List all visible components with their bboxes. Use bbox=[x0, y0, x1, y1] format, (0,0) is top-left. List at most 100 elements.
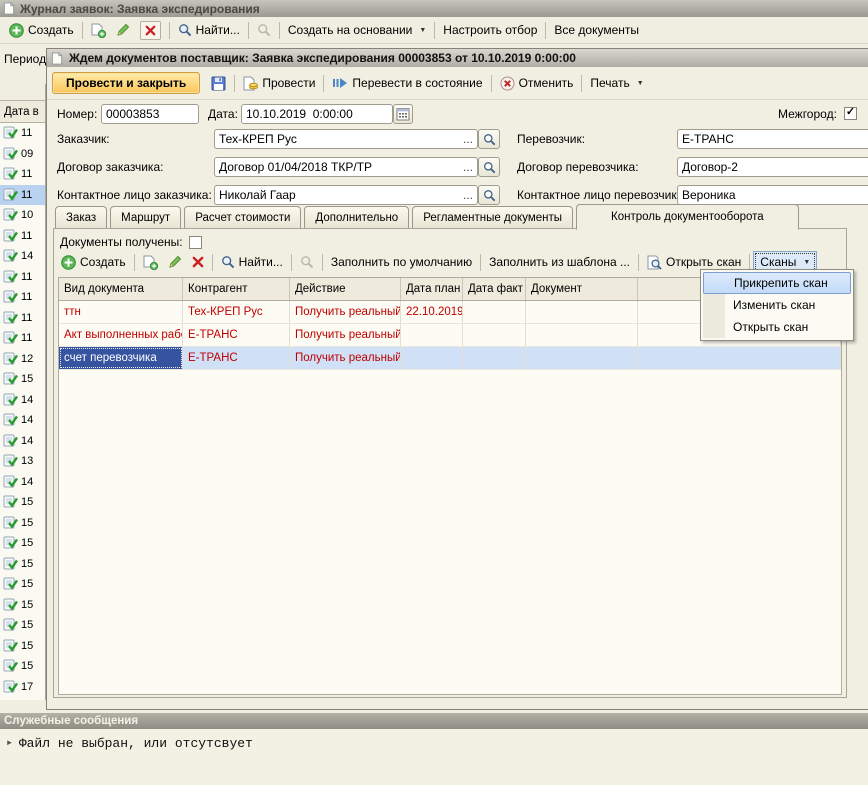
journal-row[interactable]: 15 bbox=[0, 574, 45, 595]
print-button[interactable]: Печать ▼ bbox=[585, 74, 648, 92]
journal-row[interactable]: 09 bbox=[0, 144, 45, 165]
carrier-field[interactable]: Е-ТРАНС bbox=[677, 129, 868, 149]
date-column-header[interactable]: Дата в bbox=[0, 100, 45, 123]
journal-row[interactable]: 15 bbox=[0, 369, 45, 390]
divider bbox=[169, 22, 170, 39]
date-label: Дата: bbox=[208, 104, 238, 124]
journal-row[interactable]: 11 bbox=[0, 328, 45, 349]
customer-search-button[interactable] bbox=[478, 129, 500, 149]
column-header[interactable]: Действие bbox=[290, 278, 401, 300]
documents-received-checkbox[interactable] bbox=[189, 236, 202, 249]
journal-row[interactable] bbox=[0, 697, 45, 700]
column-header[interactable]: Дата план bbox=[401, 278, 463, 300]
journal-row[interactable]: 10 bbox=[0, 205, 45, 226]
journal-row[interactable]: 14 bbox=[0, 410, 45, 431]
intercity-label: Межгород: bbox=[778, 104, 837, 124]
carrier-contact-field[interactable]: Вероника bbox=[677, 185, 868, 205]
column-header[interactable]: Дата факт bbox=[463, 278, 526, 300]
service-messages-header[interactable]: Служебные сообщения bbox=[0, 713, 868, 729]
calendar-button[interactable] bbox=[393, 104, 413, 124]
create-button[interactable]: Создать bbox=[4, 21, 79, 40]
tab-cost-calculation[interactable]: Расчет стоимости bbox=[184, 206, 301, 229]
customer-contact-field[interactable]: Николай Гаар... bbox=[214, 185, 478, 205]
edit-button[interactable] bbox=[163, 253, 187, 271]
intercity-checkbox[interactable]: ✓ bbox=[844, 107, 857, 120]
journal-row[interactable]: 14 bbox=[0, 472, 45, 493]
clear-find-button[interactable] bbox=[295, 253, 319, 271]
clear-find-button[interactable] bbox=[252, 21, 276, 39]
customer-contact-search-button[interactable] bbox=[478, 185, 500, 205]
column-header[interactable]: Документ bbox=[526, 278, 638, 300]
customer-contract-search-button[interactable] bbox=[478, 157, 500, 177]
create-button[interactable]: Создать bbox=[56, 253, 131, 272]
ellipsis-button[interactable]: ... bbox=[459, 160, 473, 174]
customer-contract-field[interactable]: Договор 01/04/2018 ТКР/ТР... bbox=[214, 157, 478, 177]
journal-row[interactable]: 15 bbox=[0, 595, 45, 616]
journal-row[interactable]: 14 bbox=[0, 390, 45, 411]
dialog-titlebar[interactable]: Ждем документов поставщик: Заявка экспед… bbox=[47, 49, 868, 67]
journal-row[interactable]: 15 bbox=[0, 554, 45, 575]
journal-row[interactable]: 15 bbox=[0, 492, 45, 513]
carrier-contract-field[interactable]: Договор-2 bbox=[677, 157, 868, 177]
journal-row[interactable]: 11 bbox=[0, 226, 45, 247]
journal-row[interactable]: 11 bbox=[0, 185, 45, 206]
document-check-icon bbox=[3, 311, 18, 325]
journal-row[interactable]: 13 bbox=[0, 451, 45, 472]
menu-item-label: Прикрепить скан bbox=[734, 276, 828, 290]
configure-filter-button[interactable]: Настроить отбор bbox=[438, 21, 542, 39]
column-header[interactable]: Контрагент bbox=[183, 278, 290, 300]
fill-default-button[interactable]: Заполнить по умолчанию bbox=[326, 253, 477, 271]
journal-rows: 11 09 11 11 10 11 14 11 bbox=[0, 123, 45, 700]
journal-row[interactable]: 15 bbox=[0, 513, 45, 534]
all-documents-button[interactable]: Все документы bbox=[549, 21, 644, 39]
post-and-close-button[interactable]: Провести и закрыть bbox=[52, 72, 200, 94]
number-field[interactable]: 00003853 bbox=[101, 104, 199, 124]
journal-row[interactable]: 11 bbox=[0, 267, 45, 288]
copy-button[interactable] bbox=[138, 253, 163, 272]
edit-button[interactable] bbox=[111, 21, 135, 39]
set-state-button[interactable]: Перевести в состояние bbox=[327, 74, 487, 92]
journal-row[interactable]: 14 bbox=[0, 431, 45, 452]
tab-order[interactable]: Заказ bbox=[55, 206, 107, 229]
journal-row[interactable]: 11 bbox=[0, 123, 45, 144]
journal-row[interactable]: 15 bbox=[0, 533, 45, 554]
fill-from-template-button[interactable]: Заполнить из шаблона ... bbox=[484, 253, 635, 271]
journal-row-date: 11 bbox=[21, 312, 32, 324]
menu-item[interactable]: Открыть скан bbox=[703, 316, 851, 338]
journal-row[interactable]: 17 bbox=[0, 677, 45, 698]
delete-button[interactable] bbox=[187, 254, 209, 270]
tab-additional[interactable]: Дополнительно bbox=[304, 206, 409, 229]
calendar-icon bbox=[396, 107, 410, 121]
delete-button[interactable] bbox=[135, 19, 166, 42]
menu-item-label: Изменить скан bbox=[733, 298, 815, 312]
cancel-button[interactable]: Отменить bbox=[495, 74, 579, 93]
copy-button[interactable] bbox=[86, 21, 111, 40]
journal-row[interactable]: 12 bbox=[0, 349, 45, 370]
menu-item[interactable]: Прикрепить скан bbox=[703, 272, 851, 294]
date-field[interactable]: 10.10.2019 0:00:00 bbox=[241, 104, 393, 124]
table-row-selected[interactable]: счет перевозчика Е-ТРАНС Получить реальн… bbox=[59, 347, 841, 370]
column-header[interactable]: Вид документа bbox=[59, 278, 183, 300]
search-icon bbox=[178, 23, 192, 37]
journal-row[interactable]: 15 bbox=[0, 636, 45, 657]
journal-row[interactable]: 15 bbox=[0, 615, 45, 636]
find-button[interactable]: Найти... bbox=[173, 21, 245, 39]
post-button[interactable]: Провести bbox=[238, 74, 320, 93]
menu-item[interactable]: Изменить скан bbox=[703, 294, 851, 316]
tab-route[interactable]: Маршрут bbox=[110, 206, 181, 229]
ellipsis-button[interactable]: ... bbox=[459, 188, 473, 202]
tab-document-control[interactable]: Контроль документооборота bbox=[576, 204, 799, 230]
journal-row[interactable]: 11 bbox=[0, 287, 45, 308]
journal-toolbar: Создать Найти... Создать на основании ▼ … bbox=[0, 17, 868, 44]
tab-regulatory-documents[interactable]: Регламентные документы bbox=[412, 206, 573, 229]
ellipsis-button[interactable]: ... bbox=[459, 132, 473, 146]
journal-row[interactable]: 11 bbox=[0, 164, 45, 185]
journal-row[interactable]: 14 bbox=[0, 246, 45, 267]
journal-row[interactable]: 11 bbox=[0, 308, 45, 329]
journal-row-date: 14 bbox=[21, 250, 33, 262]
customer-field[interactable]: Тех-КРЕП Рус... bbox=[214, 129, 478, 149]
journal-row[interactable]: 15 bbox=[0, 656, 45, 677]
find-button[interactable]: Найти... bbox=[216, 253, 288, 271]
create-based-on-button[interactable]: Создать на основании ▼ bbox=[283, 21, 431, 39]
save-button[interactable] bbox=[206, 74, 231, 93]
